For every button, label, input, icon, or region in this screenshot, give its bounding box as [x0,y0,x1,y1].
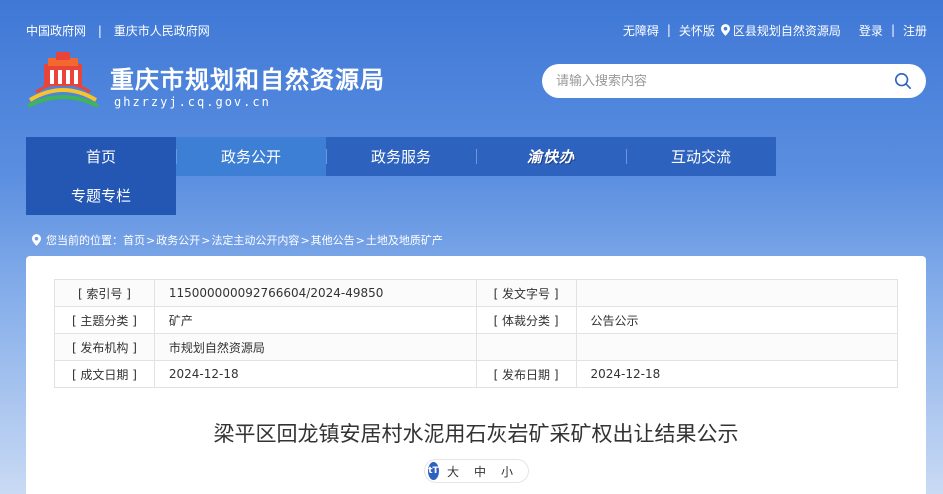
breadcrumb-prefix: 您当前的位置： [46,234,123,247]
breadcrumb: 您当前的位置： 首页 > 政务公开 > 法定主动公开内容 > 其他公告 > 土地… [32,232,443,248]
nav-item-yukuaiban[interactable]: 渝快办 [476,137,626,176]
meta-label: [ 发布日期 ] [475,360,577,388]
font-size-control: tT 大 中 小 [424,459,529,483]
district-bureau-link[interactable]: 区县规划自然资源局 [733,22,841,39]
breadcrumb-item-legal-content[interactable]: 法定主动公开内容 [211,232,299,248]
font-size-icon: tT [428,462,439,480]
nav-item-government-affairs-open[interactable]: 政务公开 [176,137,326,176]
meta-label: [ 主题分类 ] [54,306,155,334]
government-emblem-logo-icon[interactable] [26,50,100,108]
separator: | [666,23,671,37]
top-bar: 中国政府网 | 重庆市人民政府网 无障碍 | 关怀版 区县规划自然资源局 登录 … [26,20,927,40]
link-china-gov[interactable]: 中国政府网 [26,24,86,38]
nav-item-interaction[interactable]: 互动交流 [626,137,776,176]
meta-value: 2024-12-18 [575,360,898,388]
breadcrumb-item-gov-open[interactable]: 政务公开 [156,232,200,248]
font-size-small-button[interactable]: 小 [501,463,513,480]
breadcrumb-item-land-minerals[interactable]: 土地及地质矿产 [366,232,443,248]
site-title: 重庆市规划和自然资源局 [110,66,385,94]
breadcrumb-item-other-notices[interactable]: 其他公告 [311,232,355,248]
nav-item-government-services[interactable]: 政务服务 [326,137,476,176]
link-cq-gov[interactable]: 重庆市人民政府网 [114,24,210,38]
table-row: [ 成文日期 ] 2024-12-18 [ 发布日期 ] 2024-12-18 [54,360,898,388]
breadcrumb-separator: > [201,233,211,247]
main-nav: 首页 政务公开 政务服务 渝快办 互动交流 专题专栏 [26,137,776,215]
location-pin-icon [720,24,730,36]
login-link[interactable]: 登录 [859,22,883,39]
separator: | [97,23,102,38]
nav-row: 首页 政务公开 政务服务 渝快办 互动交流 [26,137,776,176]
document-meta-table: [ 索引号 ] 115000000092766604/2024-49850 [ … [54,279,898,388]
meta-value: 2024-12-18 [153,360,477,388]
meta-label: [ 索引号 ] [54,279,155,307]
top-bar-left: 中国政府网 | 重庆市人民政府网 [26,22,210,39]
table-row: [ 发布机构 ] 市规划自然资源局 [54,333,898,361]
top-bar-right: 无障碍 | 关怀版 区县规划自然资源局 登录 | 注册 [623,22,927,39]
nav-row: 专题专栏 [26,176,776,215]
meta-label: [ 体裁分类 ] [475,306,577,334]
meta-value [575,333,898,361]
breadcrumb-separator: > [146,233,156,247]
meta-label: [ 成文日期 ] [54,360,155,388]
separator: | [890,23,895,37]
breadcrumb-item-home[interactable]: 首页 [123,232,145,248]
article-title: 梁平区回龙镇安居村水泥用石灰岩矿采矿权出让结果公示 [213,422,739,446]
meta-label: [ 发文字号 ] [475,279,577,307]
search-icon[interactable] [894,72,912,90]
meta-value: 115000000092766604/2024-49850 [153,279,477,307]
site-domain: ghzrzyj.cq.gov.cn [114,95,271,109]
nav-item-special-topics[interactable]: 专题专栏 [26,176,176,215]
meta-label: [ 发布机构 ] [54,333,155,361]
breadcrumb-separator: > [300,233,310,247]
font-size-large-button[interactable]: 大 [447,463,459,480]
meta-value [575,279,898,307]
meta-value: 矿产 [153,306,477,334]
nav-item-home[interactable]: 首页 [26,137,176,176]
table-row: [ 索引号 ] 115000000092766604/2024-49850 [ … [54,279,898,307]
elderly-mode-link[interactable]: 关怀版 [679,22,715,39]
breadcrumb-separator: > [355,233,365,247]
accessibility-link[interactable]: 无障碍 [623,22,659,39]
table-row: [ 主题分类 ] 矿产 [ 体裁分类 ] 公告公示 [54,306,898,334]
meta-value: 市规划自然资源局 [153,333,477,361]
location-pin-icon [32,234,41,246]
search-input[interactable] [556,73,894,89]
meta-label [475,333,577,361]
font-size-medium-button[interactable]: 中 [474,463,486,480]
register-link[interactable]: 注册 [903,22,927,39]
meta-value: 公告公示 [575,306,898,334]
content-panel: [ 索引号 ] 115000000092766604/2024-49850 [ … [26,256,926,494]
search-box [542,64,926,98]
